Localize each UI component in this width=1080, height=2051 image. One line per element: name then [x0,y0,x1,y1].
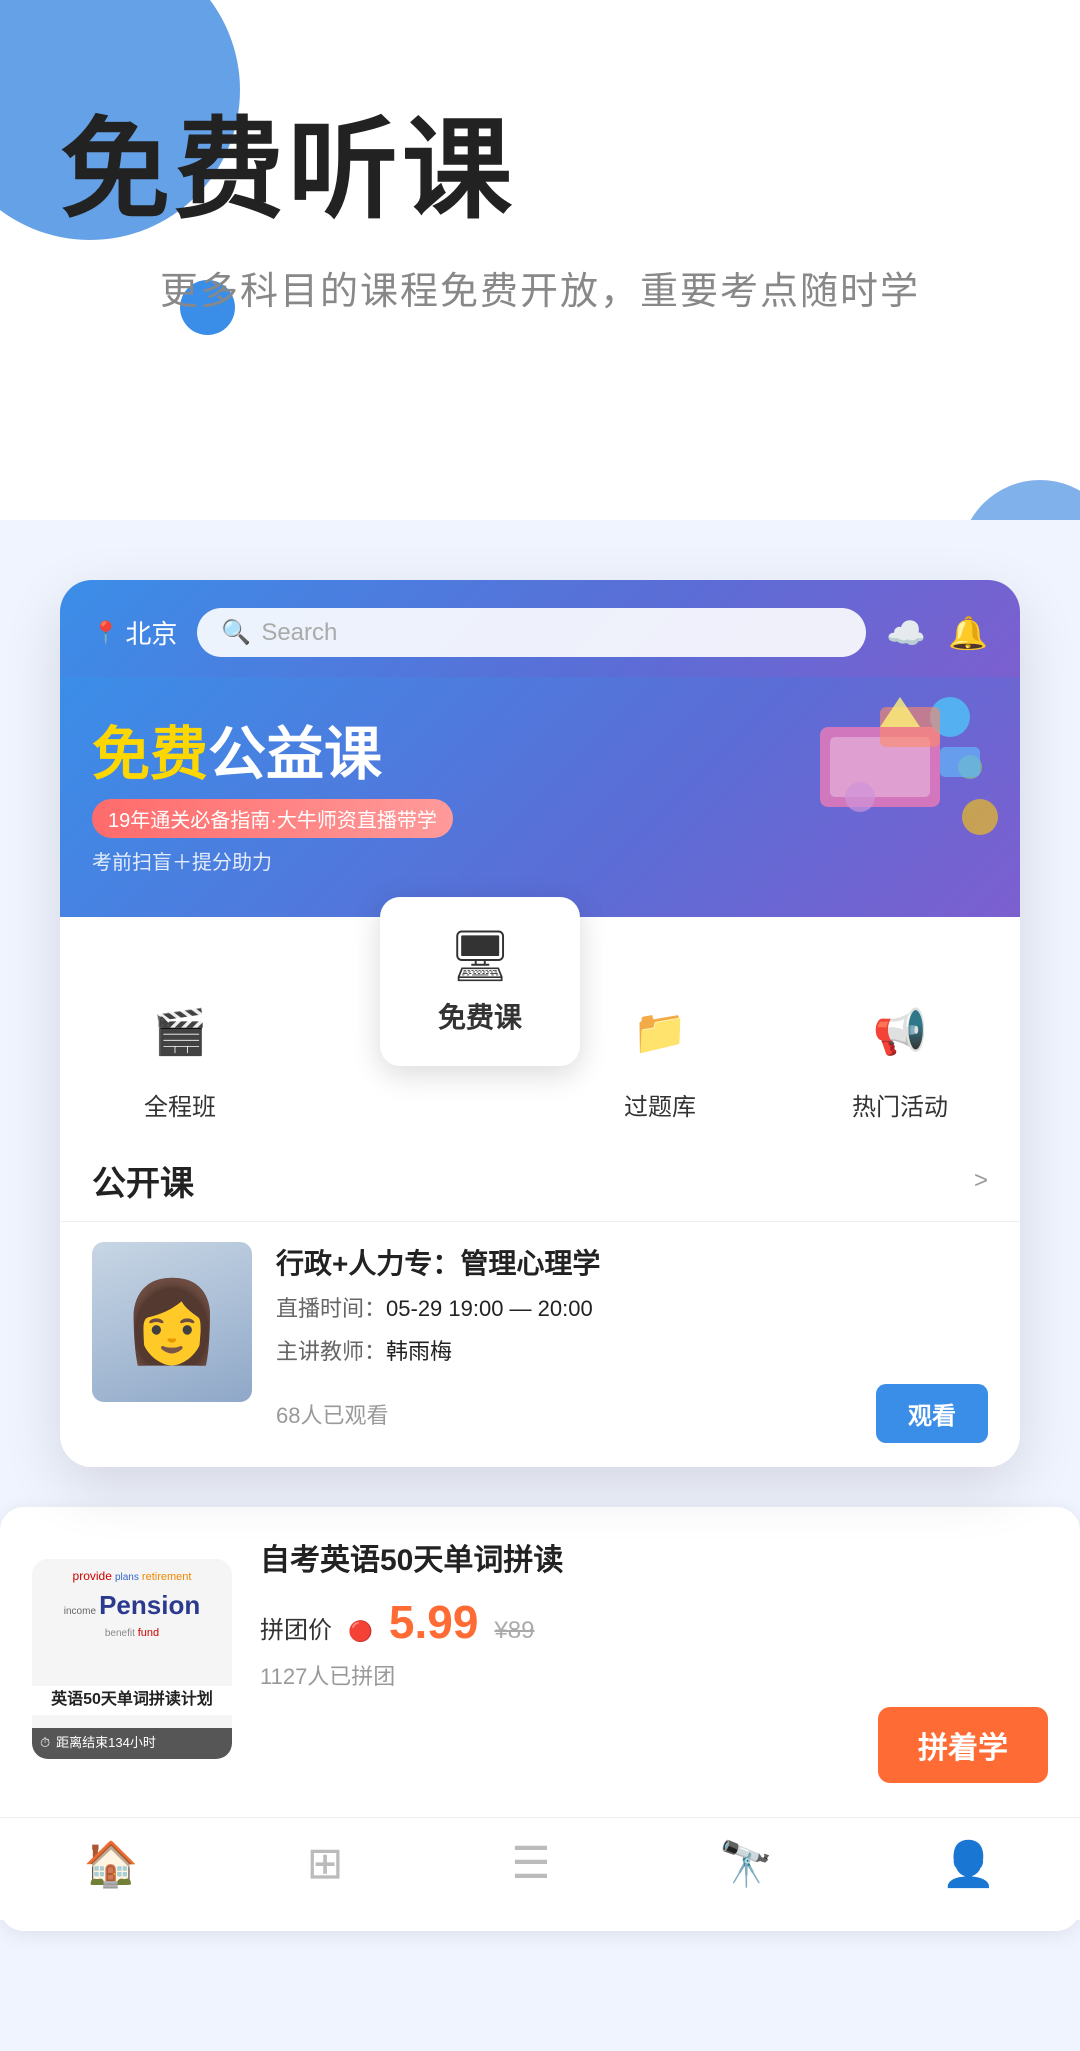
location-label: 北京 [125,614,177,651]
search-placeholder: Search [261,619,337,647]
profile-icon: 👤 [941,1838,996,1890]
app-banner: 免费公益课 19年通关必备指南·大牛师资直播带学 考前扫盲＋提分助力 [60,677,1020,917]
banner-badge: 19年通关必备指南·大牛师资直播带学 [92,799,453,838]
app-header: 📍 北京 🔍 Search ☁️ 🔔 [60,580,1020,677]
nav-profile[interactable]: 👤 [941,1838,996,1890]
product-info: 自考英语50天单词拼读 拼团价 🔴 5.99 ¥89 1127人已拼团 拼着学 [260,1535,1048,1783]
hero-section: 免费听课 更多科目的课程免费开放，重要考点随时学 [0,0,1080,520]
category-item-3[interactable]: 📢 热门活动 [840,987,960,1122]
category-section: 🖥 免费课 🎬 全程班 🖥 免费课 📁 过题库 📢 热门活动 [60,917,1020,1132]
app-location: 📍 北京 [92,614,177,651]
clock-icon: ⏱ [40,1735,50,1752]
questions-icon: ☰ [511,1838,550,1889]
public-course-more[interactable]: > [974,1167,988,1195]
category-label-0: 全程班 [144,1087,216,1122]
search-bar[interactable]: 🔍 Search [197,608,866,657]
course-card: 👩 行政+人力专：管理心理学 直播时间：05-29 19:00 — 20:00 … [60,1221,1020,1467]
category-icon-wrap-0: 🎬 [135,987,225,1077]
course-info: 行政+人力专：管理心理学 直播时间：05-29 19:00 — 20:00 主讲… [276,1242,988,1443]
category-icon-wrap-3: 📢 [855,987,945,1077]
bottom-nav: 🏠 ⊞ ☰ 🔭 👤 [0,1817,1080,1920]
discover-icon: 🔭 [719,1838,774,1890]
app-preview-card: 📍 北京 🔍 Search ☁️ 🔔 免费公益课 19年通关必备指南·大牛师资直… [60,580,1020,1467]
freecourse-popup-label: 免费课 [438,996,522,1036]
category-label-1: 免费课 [384,1087,456,1122]
category-icon-2: 📁 [633,1006,688,1058]
watch-button[interactable]: 观看 [876,1384,988,1443]
watch-count: 68人已观看 [276,1398,388,1430]
product-thumbnail: provide plans retirement income Pension … [32,1559,232,1759]
category-icon-wrap-2: 📁 [615,987,705,1077]
course-teacher: 主讲教师：韩雨梅 [276,1335,988,1368]
price-coin-icon: 🔴 [348,1619,373,1644]
home-icon: 🏠 [84,1838,139,1890]
hero-subtitle: 更多科目的课程免费开放，重要考点随时学 [60,260,1020,315]
banner-title-text: 免费公益课 [92,722,382,787]
category-label-2: 过题库 [624,1087,696,1122]
course-thumb-img: 👩 [92,1242,252,1402]
product-image-title: 英语50天单词拼读计划 [51,1691,213,1708]
banner-illustration [800,687,1000,847]
search-icon: 🔍 [221,618,251,647]
nav-home[interactable]: 🏠 [84,1838,139,1890]
nav-questions[interactable]: ☰ [511,1838,550,1890]
hero-circle-right [960,480,1080,520]
product-price-row: 拼团价 🔴 5.99 ¥89 [260,1595,1048,1649]
category-item-0[interactable]: 🎬 全程班 [120,987,240,1122]
category-icon-0: 🎬 [153,1006,208,1058]
banner-badge-text: 19年通关必备指南·大牛师资直播带学 [108,804,437,833]
price-main: 5.99 [389,1595,479,1649]
course-bottom: 68人已观看 观看 [276,1384,988,1443]
group-button[interactable]: 拼着学 [878,1707,1048,1783]
courses-icon: ⊞ [307,1838,344,1889]
public-course-header: 公开课 > [60,1132,1020,1221]
nav-discover[interactable]: 🔭 [719,1838,774,1890]
banner-desc: 考前扫盲＋提分助力 [92,846,988,875]
category-icon-3: 📢 [873,1006,928,1058]
public-course-title: 公开课 [92,1156,194,1205]
cloud-icon[interactable]: ☁️ [886,614,926,652]
banner-rest: 公益课 [208,722,382,787]
freecourse-popup[interactable]: 🖥 免费课 [380,897,580,1066]
banner-highlight: 免费 [92,722,208,787]
teacher-silhouette: 👩 [122,1275,222,1369]
category-item-2[interactable]: 📁 过题库 [600,987,720,1122]
product-card: provide plans retirement income Pension … [0,1507,1080,1811]
course-thumbnail: 👩 [92,1242,252,1402]
bell-icon[interactable]: 🔔 [948,614,988,652]
hero-title-row: 免费听课 [60,80,1020,240]
course-name: 行政+人力专：管理心理学 [276,1242,988,1282]
category-label-3: 热门活动 [852,1087,948,1122]
price-original: ¥89 [494,1617,534,1645]
product-countdown: 距离结束134小时 [56,1735,156,1752]
location-icon: 📍 [92,620,119,646]
app-header-icons: ☁️ 🔔 [886,614,988,652]
course-broadcast-time: 直播时间：05-29 19:00 — 20:00 [276,1292,988,1325]
freecourse-popup-icon: 🖥 [448,927,511,986]
product-thumb-bg: provide plans retirement income Pension … [32,1559,232,1759]
product-name: 自考英语50天单词拼读 [260,1535,1048,1579]
price-label: 拼团价 [260,1610,332,1645]
nav-courses[interactable]: ⊞ [307,1838,344,1890]
hero-title: 免费听课 [60,80,516,240]
group-count: 1127人已拼团 [260,1659,1048,1691]
